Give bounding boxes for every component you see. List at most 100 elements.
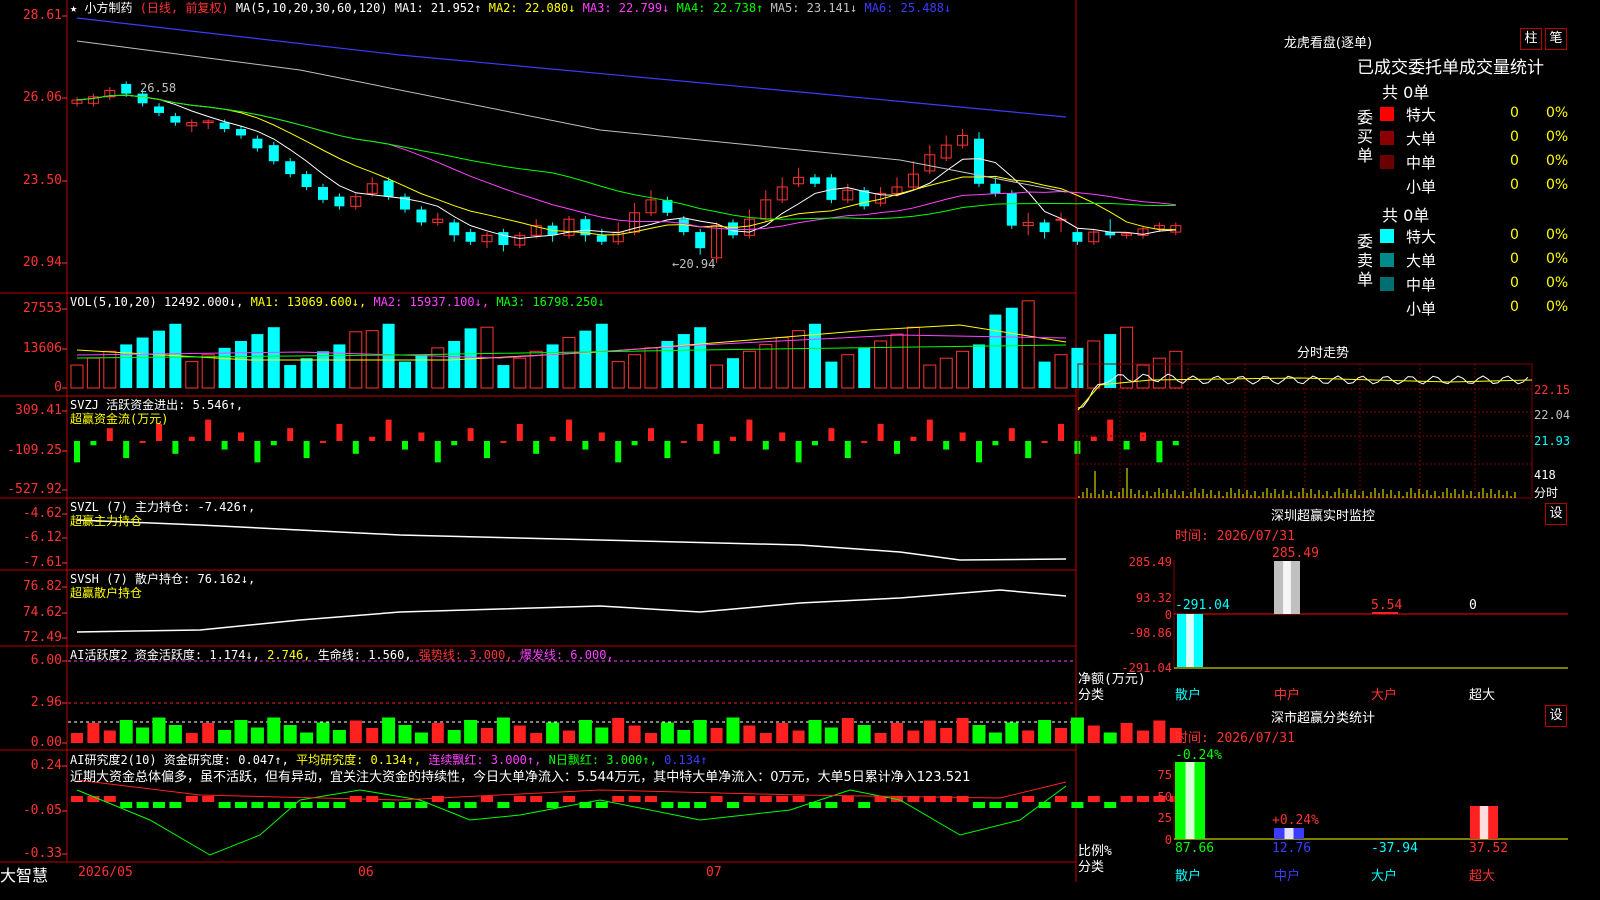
buy-row: 大单 0 0% <box>1380 126 1568 150</box>
flow-bar <box>615 441 622 463</box>
vol-y-label: 0 <box>54 380 62 395</box>
flow-bar <box>1107 419 1114 441</box>
flow-bar <box>779 432 786 441</box>
row-name: 小单 <box>1406 300 1437 318</box>
monitor-x-unit: 分类 <box>1078 688 1105 703</box>
flow-bar <box>730 436 736 441</box>
activity-bar <box>546 722 560 744</box>
monitor-settings-button[interactable]: 设 <box>1545 503 1567 525</box>
volume-bar <box>103 350 117 389</box>
flow-bar <box>1090 436 1097 441</box>
ma3-value: MA3: 22.799↓ <box>582 1 670 15</box>
research-bar <box>661 802 674 808</box>
row-name: 小单 <box>1406 178 1437 196</box>
monitor-category: 超大 <box>1469 688 1496 703</box>
activity-bar <box>103 730 116 743</box>
tick-mode-button[interactable]: 笔 <box>1545 28 1567 50</box>
lhb-tabs[interactable]: 已成交委托单成交量统计 <box>1357 53 1544 78</box>
stat-category: 中户 <box>1274 869 1301 884</box>
activity-bar <box>759 733 772 743</box>
flow-bar <box>139 441 146 443</box>
volume-bar <box>529 350 543 389</box>
svzj-y-label: 309.41 <box>15 403 62 418</box>
research-bar <box>759 796 772 802</box>
column-mode-button[interactable]: 柱 <box>1520 28 1542 50</box>
sell-side-label: 委卖单 <box>1357 232 1374 289</box>
color-swatch <box>1380 179 1394 193</box>
activity-bar <box>841 718 854 743</box>
activity-bar <box>874 733 887 743</box>
svsh-header: SVSH (7) 散户持仓: 76.162↓, <box>70 572 255 586</box>
activity-bar <box>464 720 478 744</box>
row-pct: 0% <box>1546 299 1569 315</box>
chart-canvas <box>0 0 1568 882</box>
price-y-label: 26.06 <box>22 90 62 105</box>
candle <box>1072 232 1083 242</box>
svzl-y-label: -4.62 <box>22 506 62 521</box>
volume-bar <box>677 334 690 388</box>
row-value: 0 <box>1510 177 1519 193</box>
holding-line <box>76 519 1067 561</box>
volume-bar <box>153 330 165 388</box>
vol-value: 12492.000↓, <box>163 295 244 309</box>
volume-bar <box>382 323 395 388</box>
stock-name[interactable]: ★ 小方制药 <box>70 1 132 15</box>
svsh-y-label: 76.82 <box>22 579 62 594</box>
price-line <box>1077 373 1529 409</box>
volume-bar <box>201 354 215 389</box>
intraday-y-label: 21.93 <box>1534 434 1571 448</box>
stat-value: -37.94 <box>1371 841 1418 856</box>
intraday-vol-unit: 分时 <box>1534 486 1559 500</box>
activity-bar <box>218 730 232 744</box>
research-bar <box>727 802 739 808</box>
color-swatch <box>1380 277 1394 291</box>
flow-bar <box>156 423 162 441</box>
row-pct: 0% <box>1546 251 1569 267</box>
volume-bar <box>1152 357 1166 389</box>
research-bar <box>300 802 313 808</box>
svzj-title: SVZJ 活跃资金进出: 5.546↑, <box>70 398 244 412</box>
flow-bar <box>926 419 933 441</box>
activity-bar <box>907 730 920 743</box>
flow-bar <box>992 441 999 446</box>
flow-bar <box>500 441 507 443</box>
volume-bar <box>939 357 953 389</box>
research-bar <box>530 796 543 802</box>
row-name: 中单 <box>1406 154 1437 172</box>
research-bar <box>497 802 510 808</box>
activity-bar <box>366 728 379 743</box>
candle <box>695 232 706 249</box>
research-bar <box>1071 802 1084 808</box>
research-bar <box>776 796 789 802</box>
volume-bar <box>1005 307 1018 388</box>
flow-bar <box>287 428 294 441</box>
sell-row: 特大 0 0% <box>1380 224 1568 248</box>
flow-bar <box>1041 441 1048 443</box>
activity-bar <box>349 720 362 743</box>
stat-bar-label: -0.24% <box>1175 748 1222 763</box>
row-value: 0 <box>1510 299 1519 315</box>
ai1-burst: 爆发线: 6.000, <box>519 648 614 662</box>
date-label: 07 <box>706 865 722 880</box>
research-bar <box>1005 802 1018 808</box>
flow-bar <box>516 423 523 441</box>
stat-settings-button[interactable]: 设 <box>1545 705 1567 727</box>
period-label[interactable]: (日线, 前复权) <box>140 1 229 15</box>
candle <box>121 83 132 94</box>
flow-bar <box>336 423 343 441</box>
ai2-nday: N日飘红: 3.000↑, <box>548 753 657 767</box>
price-header: ★ 小方制药 (日线, 前复权) MA(5,10,20,30,60,120) M… <box>70 1 951 15</box>
monitor-y-label: 0 <box>1164 608 1172 622</box>
flow-bar <box>90 441 97 446</box>
activity-bar <box>743 725 756 743</box>
volume-bar <box>956 350 970 389</box>
row-pct: 0% <box>1546 129 1569 145</box>
row-name: 特大 <box>1406 228 1437 246</box>
ma5-value: MA5: 23.141↓ <box>770 1 858 15</box>
flow-bar <box>976 441 982 463</box>
research-bar <box>710 796 723 802</box>
candle <box>383 180 394 197</box>
volume-bar <box>858 347 871 388</box>
research-bar <box>317 802 329 808</box>
flow-bar <box>959 432 966 441</box>
